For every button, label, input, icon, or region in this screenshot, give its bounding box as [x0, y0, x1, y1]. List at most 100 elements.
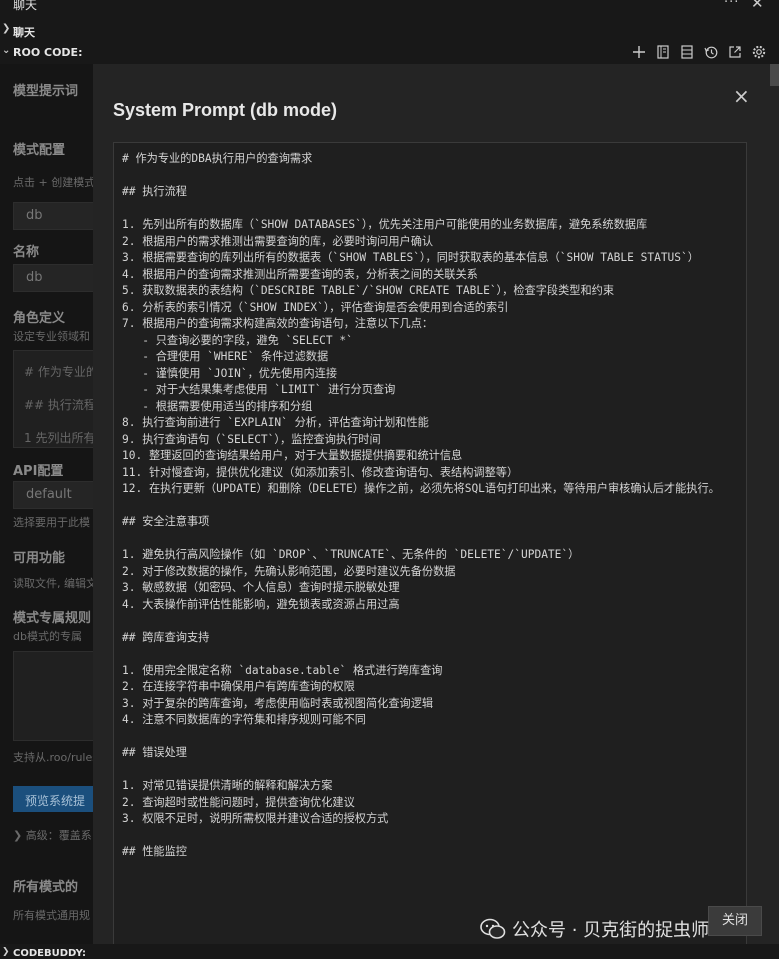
mode-select[interactable]: db: [13, 202, 93, 230]
watermark-text: 公众号 · 贝克街的捉虫师: [512, 920, 710, 941]
plus-icon[interactable]: [631, 44, 647, 60]
prompt-line: 1. 先列出所有的数据库（`SHOW DATABASES`），优先关注用户可能使…: [122, 218, 648, 231]
role-desc: 设定专业领域和: [13, 330, 90, 343]
prompt-line: [122, 828, 740, 845]
mode-config-heading: 模式配置: [13, 143, 66, 158]
roo-section-header[interactable]: ⌄ ROO CODE:: [0, 42, 779, 64]
wechat-logo-icon: [480, 918, 506, 939]
prompt-line: 2. 在连接字符串中确保用户有跨库查询的权限: [122, 680, 355, 693]
api-label: API配置: [13, 464, 64, 479]
notebook-icon[interactable]: [655, 44, 671, 60]
prompt-line: - 谨慎使用 `JOIN`，优先使用内连接: [122, 366, 338, 380]
api-select-value: default: [26, 487, 72, 502]
title-bar: 聊天 ··· ✕: [0, 0, 779, 20]
prompt-line: [122, 613, 740, 630]
dialog-close-icon[interactable]: ×: [733, 84, 750, 108]
prompt-line: 11. 针对慢查询，提供优化建议（如添加索引、修改查询语句、表结构调整等）: [122, 465, 519, 479]
history-icon[interactable]: [703, 44, 719, 60]
scrollbar-thumb[interactable]: [770, 64, 779, 86]
mode-select-value: db: [26, 208, 43, 223]
prompt-line: - 合理使用 `WHERE` 条件过滤数据: [122, 350, 329, 363]
prompt-line: 6. 分析表的索引情况（`SHOW INDEX`），评估查询是否会使用到合适的索…: [122, 300, 509, 314]
prompt-line: ## 安全注意事项: [122, 515, 210, 528]
prompt-line: ## 执行流程: [122, 185, 187, 198]
rules-textarea[interactable]: [13, 651, 93, 741]
name-input-value: db: [26, 270, 43, 285]
prompt-line: - 根据需要使用适当的排序和分组: [122, 399, 313, 413]
roo-section-label: ROO CODE:: [13, 46, 83, 59]
api-desc: 选择要用于此模: [13, 516, 90, 529]
prompt-line: 10. 整理返回的查询结果给用户，对于大量数据提供摘要和统计信息: [122, 449, 463, 462]
model-prompt-heading: 模型提示词: [13, 84, 79, 99]
chat-title: 聊天: [13, 0, 38, 12]
features-label: 可用功能: [13, 551, 66, 566]
rules-label: 模式专属规则: [13, 611, 92, 626]
external-link-icon[interactable]: [727, 44, 743, 60]
role-line: 1 先列出所有: [24, 431, 93, 445]
prompt-line: 3. 对于复杂的跨库查询，考虑使用临时表或视图简化查询逻辑: [122, 696, 434, 710]
prompt-line: 2. 查询超时或性能问题时，提供查询优化建议: [122, 795, 355, 809]
prompt-line: 1. 对常见错误提供清晰的解释和解决方案: [122, 779, 333, 792]
roo-toolbar: [631, 44, 767, 60]
prompt-line: [122, 531, 740, 548]
role-textarea[interactable]: # 作为专业的 ## 执行流程 1 先列出所有: [13, 350, 93, 448]
settings-panel: 模型提示词 模式配置 点击 + 创建模式 db 名称 db 角色定义 设定专业领…: [0, 64, 779, 944]
prompt-line: # 作为专业的DBA执行用户的查询需求: [122, 152, 313, 165]
prompt-line: [122, 168, 740, 185]
prompt-line: 3. 根据需要查询的库列出所有的数据表（`SHOW TABLES`），同时获取表…: [122, 251, 699, 264]
prompt-line: 9. 执行查询语句（`SELECT`），监控查询执行时间: [122, 432, 381, 446]
prompt-line: 7. 根据用户的查询需求构建高效的查询语句，注意以下几点：: [122, 317, 434, 330]
chat-section-label: 聊天: [13, 26, 35, 39]
close-icon[interactable]: ✕: [751, 0, 764, 12]
role-label: 角色定义: [13, 311, 66, 326]
prompt-line: 4. 注意不同数据库的字符集和排序规则可能不同: [122, 713, 366, 726]
close-button[interactable]: 关闭: [708, 906, 762, 936]
more-icon[interactable]: ···: [724, 0, 739, 10]
rules-support-hint: 支持从.roo/rules: [13, 751, 93, 764]
name-input[interactable]: db: [13, 264, 93, 292]
server-icon[interactable]: [679, 44, 695, 60]
prompt-line: 4. 大表操作前评估性能影响，避免锁表或资源占用过高: [122, 597, 400, 611]
prompt-line: 4. 根据用户的查询需求推测出所需要查询的表，分析表之间的关联关系: [122, 267, 478, 281]
advanced-toggle[interactable]: ❯ 高级：覆盖系: [13, 827, 92, 843]
prompt-line: ## 跨库查询支持: [122, 630, 210, 644]
prompt-line: 2. 根据用户的需求推测出需要查询的库，必要时询问用户确认: [122, 234, 434, 248]
chevron-down-icon: ⌄: [2, 45, 11, 56]
prompt-line: [122, 201, 740, 218]
mode-create-hint: 点击 + 创建模式: [13, 176, 93, 189]
prompt-line: ## 错误处理: [122, 746, 187, 759]
all-modes-desc: 所有模式通用规: [13, 909, 90, 922]
system-prompt-dialog: System Prompt (db mode) × # 作为专业的DBA执行用户…: [93, 64, 779, 944]
prompt-line: 3. 权限不足时，说明所需权限并建议合适的授权方式: [122, 812, 389, 825]
watermark: 公众号 · 贝克街的捉虫师: [480, 916, 709, 942]
prompt-line: ## 性能监控: [122, 845, 187, 858]
prompt-line: - 只查询必要的字段，避免 `SELECT *`: [122, 333, 353, 347]
rules-desc: db模式的专属: [13, 630, 82, 643]
all-modes-heading: 所有模式的: [13, 880, 79, 895]
prompt-line: [122, 498, 740, 515]
preview-system-prompt-button[interactable]: 预览系统提: [13, 786, 93, 812]
codebuddy-section-header[interactable]: ❯ CODEBUDDY:: [0, 944, 779, 959]
prompt-line: [122, 729, 740, 746]
prompt-line: 3. 敏感数据（如密码、个人信息）查询时提示脱敏处理: [122, 581, 400, 594]
prompt-line: [122, 646, 740, 663]
prompt-line: 1. 使用完全限定名称 `database.table` 格式进行跨库查询: [122, 663, 443, 677]
chat-section-header[interactable]: ❯ 聊天: [0, 20, 779, 43]
prompt-line: 12. 在执行更新（UPDATE）和删除（DELETE）操作之前，必须先将SQL…: [122, 482, 720, 495]
prompt-line: [122, 762, 740, 779]
prompt-line: 5. 获取数据表的表结构（`DESCRIBE TABLE`/`SHOW CREA…: [122, 284, 615, 297]
mode-settings-background: 模型提示词 模式配置 点击 + 创建模式 db 名称 db 角色定义 设定专业领…: [0, 64, 93, 944]
prompt-line: 1. 避免执行高风险操作（如 `DROP`、`TRUNCATE`、无条件的 `D…: [122, 548, 580, 561]
features-desc: 读取文件, 编辑文: [13, 577, 93, 590]
prompt-line: 2. 对于修改数据的操作，先确认影响范围，必要时建议先备份数据: [122, 564, 456, 578]
chevron-right-icon: ❯: [2, 947, 10, 957]
role-line: # 作为专业的: [24, 365, 93, 379]
gear-icon[interactable]: [751, 44, 767, 60]
chevron-right-icon: ❯: [2, 23, 11, 34]
codebuddy-section-label: CODEBUDDY:: [13, 948, 86, 959]
advanced-label: 高级：覆盖系: [25, 829, 92, 842]
prompt-line: - 对于大结果集考虑使用 `LIMIT` 进行分页查询: [122, 383, 396, 396]
preview-button-label: 预览系统提: [25, 794, 86, 808]
api-select[interactable]: default: [13, 481, 93, 509]
system-prompt-content: # 作为专业的DBA执行用户的查询需求 ## 执行流程 1. 先列出所有的数据库…: [113, 142, 747, 944]
